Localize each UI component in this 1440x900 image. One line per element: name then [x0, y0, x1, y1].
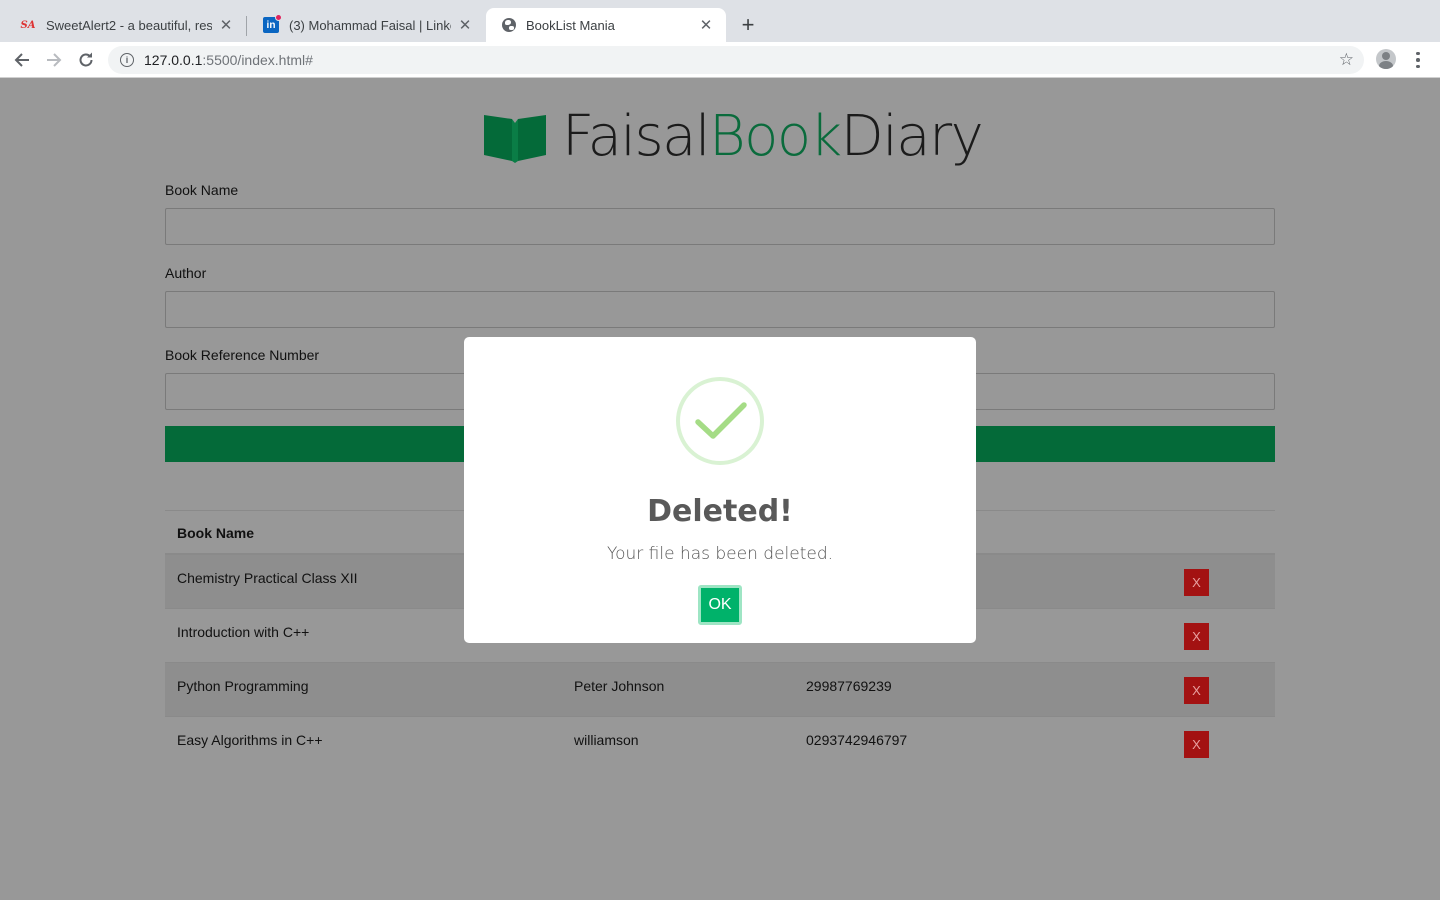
delete-button[interactable]: X: [1184, 677, 1209, 704]
reference-label: Book Reference Number: [165, 347, 320, 363]
browser-toolbar: i 127.0.0.1:5500/index.html# ☆: [0, 42, 1440, 78]
column-header-book-name: Book Name: [177, 525, 255, 541]
cell-reference: 0293742946797: [806, 732, 908, 748]
table-row: Easy Algorithms in C++ williamson 029374…: [165, 717, 1275, 771]
dialog-title: Deleted!: [647, 494, 793, 529]
forward-arrow-icon[interactable]: [42, 48, 66, 72]
tab-title: BookList Mania: [526, 17, 615, 33]
back-arrow-icon[interactable]: [10, 48, 34, 72]
site-logo: FaisalBookDiary: [482, 104, 984, 169]
site-title: FaisalBookDiary: [562, 104, 984, 169]
cell-book-name: Easy Algorithms in C++: [177, 732, 323, 748]
author-input[interactable]: [165, 291, 1275, 328]
delete-button[interactable]: X: [1184, 569, 1209, 596]
success-check-icon: [676, 377, 764, 465]
browser-tab-booklist[interactable]: BookList Mania ✕: [486, 8, 726, 42]
cell-author: williamson: [574, 732, 639, 748]
url-host: 127.0.0.1: [144, 52, 203, 68]
logo-text-book: Book: [709, 104, 842, 169]
browser-tab-linkedin[interactable]: in (3) Mohammad Faisal | LinkedIn ✕: [247, 8, 485, 42]
delete-button[interactable]: X: [1184, 623, 1209, 650]
cell-author: Peter Johnson: [574, 678, 665, 694]
ok-button[interactable]: OK: [698, 585, 742, 625]
tab-title: (3) Mohammad Faisal | LinkedIn: [289, 17, 451, 33]
dialog-message: Your file has been deleted.: [606, 544, 834, 564]
browser-tab-sweetalert[interactable]: SA SweetAlert2 - a beautiful, responsive…: [4, 8, 246, 42]
new-tab-button[interactable]: +: [736, 12, 760, 37]
globe-icon: [502, 18, 516, 32]
bookmark-star-icon[interactable]: ☆: [1339, 50, 1354, 70]
logo-text-faisal: Faisal: [562, 104, 711, 169]
cell-book-name: Introduction with C++: [177, 624, 310, 640]
sweetalert-favicon-icon: SA: [20, 19, 36, 31]
cell-book-name: Chemistry Practical Class XII: [177, 570, 358, 586]
open-book-icon: [484, 115, 546, 163]
book-name-input[interactable]: [165, 208, 1275, 245]
tab-title: SweetAlert2 - a beautiful, responsive...: [46, 17, 212, 33]
table-row: Python Programming Peter Johnson 2998776…: [165, 663, 1275, 717]
cell-book-name: Python Programming: [177, 678, 309, 694]
url-path: :5500/index.html#: [202, 52, 313, 68]
success-dialog: Deleted! Your file has been deleted. OK: [464, 337, 976, 643]
reload-icon[interactable]: [74, 48, 98, 72]
kebab-menu-icon[interactable]: [1408, 48, 1428, 72]
author-label: Author: [165, 265, 207, 281]
info-icon[interactable]: i: [120, 53, 134, 67]
browser-tab-strip: SA SweetAlert2 - a beautiful, responsive…: [0, 0, 1440, 42]
close-icon[interactable]: ✕: [698, 17, 714, 34]
delete-button[interactable]: X: [1184, 731, 1209, 758]
profile-avatar-icon[interactable]: [1376, 49, 1396, 69]
address-bar[interactable]: i 127.0.0.1:5500/index.html# ☆: [108, 46, 1364, 74]
book-name-label: Book Name: [165, 182, 239, 198]
cell-reference: 29987769239: [806, 678, 892, 694]
close-icon[interactable]: ✕: [457, 17, 473, 34]
logo-text-diary: Diary: [840, 104, 984, 169]
close-icon[interactable]: ✕: [218, 17, 234, 34]
linkedin-favicon-icon: in: [263, 14, 282, 33]
